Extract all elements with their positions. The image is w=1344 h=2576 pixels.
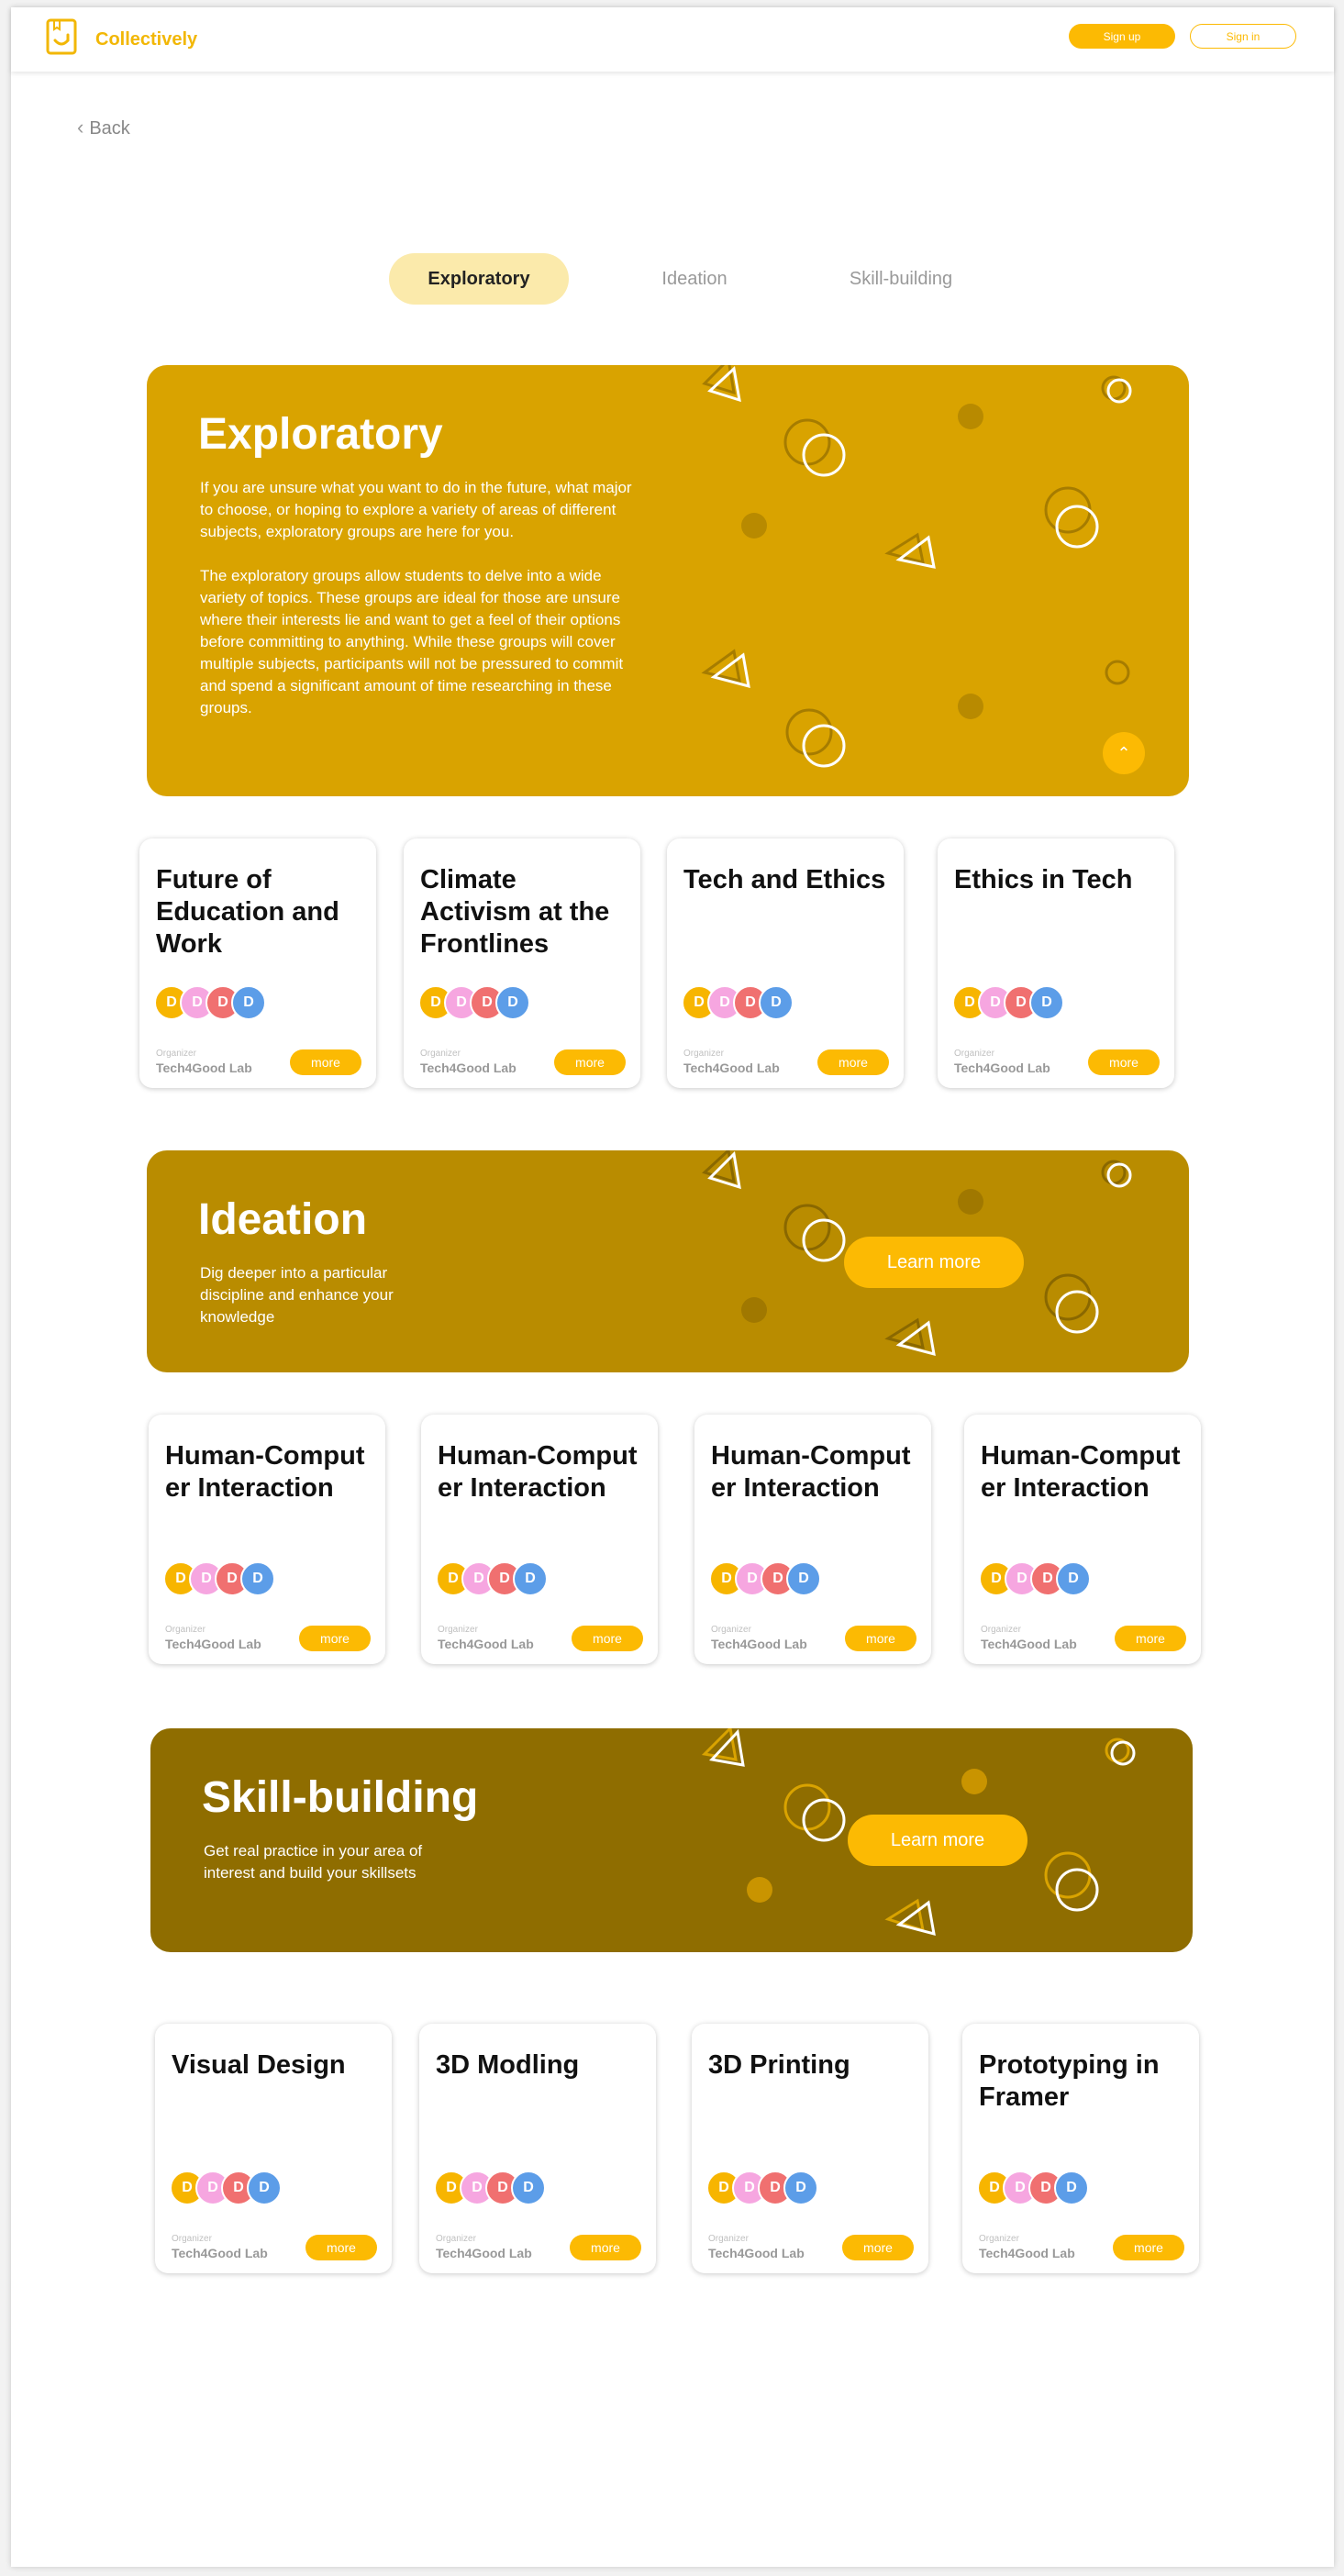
card-title: Human-Comput er Interaction bbox=[711, 1441, 911, 1503]
more-button[interactable]: more bbox=[845, 1626, 916, 1651]
group-card[interactable]: Human-Comput er Interaction D D D D Organizer… bbox=[964, 1415, 1201, 1664]
brand-name: Collectively bbox=[95, 29, 198, 50]
section-title: Skill-building bbox=[202, 1773, 479, 1822]
organizer-label: Organizer bbox=[711, 1625, 751, 1635]
more-button[interactable]: more bbox=[1113, 2235, 1184, 2260]
organizer-label: Organizer bbox=[156, 1049, 196, 1059]
more-button[interactable]: more bbox=[290, 1049, 361, 1075]
section-description: The exploratory groups allow students to… bbox=[200, 567, 624, 716]
section-description: Dig deeper into a particular discipline … bbox=[200, 1264, 394, 1326]
tab-ideation[interactable]: Ideation bbox=[616, 253, 772, 305]
organizer-label: Organizer bbox=[683, 1049, 724, 1059]
logo-icon bbox=[46, 18, 77, 55]
organizer-name: Tech4Good Lab bbox=[708, 2246, 805, 2260]
sign-in-button[interactable]: Sign in bbox=[1190, 24, 1296, 49]
avatar: D bbox=[783, 2171, 818, 2205]
avatar: D bbox=[513, 1561, 548, 1596]
more-button[interactable]: more bbox=[554, 1049, 626, 1075]
section-title: Ideation bbox=[198, 1195, 368, 1244]
section-intro: If you are unsure what you want to do in… bbox=[200, 479, 632, 540]
more-button[interactable]: more bbox=[299, 1626, 371, 1651]
group-card[interactable]: Ethics in Tech D D D D Organizer Tech4Good Lab… bbox=[938, 838, 1174, 1088]
chevron-left-icon: ‹ bbox=[77, 116, 84, 139]
avatar: D bbox=[759, 985, 794, 1020]
card-title: Ethics in Tech bbox=[954, 865, 1133, 894]
group-card[interactable]: 3D Modling D D D D Organizer Tech4Good Lab more bbox=[419, 2024, 656, 2273]
decorative-shapes bbox=[702, 1150, 1132, 1357]
organizer-label: Organizer bbox=[436, 2234, 476, 2244]
card-title: 3D Modling bbox=[436, 2050, 580, 2080]
page: Collectively Sign up Sign in ‹ Back Explo… bbox=[11, 7, 1334, 2567]
organizer-name: Tech4Good Lab bbox=[979, 2246, 1075, 2260]
card-title: Human-Comput er Interaction bbox=[165, 1441, 365, 1503]
avatar: D bbox=[247, 2171, 282, 2205]
avatar: D bbox=[1054, 2171, 1089, 2205]
card-title: Prototyping in Framer bbox=[979, 2050, 1160, 2112]
section-description: Get real practice in your area of intere… bbox=[204, 1842, 423, 1882]
exploratory-banner: Exploratory If you are unsure what you w… bbox=[147, 365, 1189, 796]
skill-building-banner: Skill-building Get real practice in your… bbox=[150, 1728, 1193, 1952]
organizer-label: Organizer bbox=[981, 1625, 1021, 1635]
card-title: Human-Comput er Interaction bbox=[981, 1441, 1181, 1503]
more-button[interactable]: more bbox=[572, 1626, 643, 1651]
group-card[interactable]: 3D Printing D D D D Organizer Tech4Good Lab mor… bbox=[692, 2024, 928, 2273]
more-button[interactable]: more bbox=[1115, 1626, 1186, 1651]
organizer-name: Tech4Good Lab bbox=[165, 1637, 261, 1651]
avatar: D bbox=[495, 985, 530, 1020]
more-button[interactable]: more bbox=[842, 2235, 914, 2260]
back-link[interactable]: ‹ Back bbox=[77, 116, 130, 139]
group-card[interactable]: Future of Education and Work D D D D Organize… bbox=[139, 838, 376, 1088]
avatar: D bbox=[1029, 985, 1064, 1020]
organizer-label: Organizer bbox=[172, 2234, 212, 2244]
organizer-label: Organizer bbox=[979, 2234, 1019, 2244]
group-card[interactable]: Human-Comput er Interaction D D D D Organizer… bbox=[421, 1415, 658, 1664]
organizer-name: Tech4Good Lab bbox=[438, 1637, 534, 1651]
organizer-label: Organizer bbox=[708, 2234, 749, 2244]
card-title: Tech and Ethics bbox=[683, 865, 886, 894]
top-nav: Collectively Sign up Sign in bbox=[11, 7, 1334, 72]
card-title: Future of Education and Work bbox=[156, 865, 339, 959]
learn-more-button[interactable]: Learn more bbox=[844, 1237, 1024, 1288]
avatar: D bbox=[240, 1561, 275, 1596]
card-title: Visual Design bbox=[172, 2050, 346, 2080]
more-button[interactable]: more bbox=[305, 2235, 377, 2260]
tab-exploratory[interactable]: Exploratory bbox=[389, 253, 569, 305]
ideation-banner: Ideation Dig deeper into a particular di… bbox=[147, 1150, 1189, 1372]
group-card[interactable]: Prototyping in Framer D D D D Organizer Tech4G… bbox=[962, 2024, 1199, 2273]
group-card[interactable]: Tech and Ethics D D D D Organizer Tech4Good La… bbox=[667, 838, 904, 1088]
card-title: Human-Comput er Interaction bbox=[438, 1441, 638, 1503]
chevron-up-icon: ⌃ bbox=[1116, 744, 1131, 762]
organizer-name: Tech4Good Lab bbox=[981, 1637, 1077, 1651]
avatar: D bbox=[786, 1561, 821, 1596]
card-title: 3D Printing bbox=[708, 2050, 850, 2080]
group-card[interactable]: Human-Comput er Interaction D D D D Organizer… bbox=[149, 1415, 385, 1664]
group-card[interactable]: Human-Comput er Interaction D D D D Organizer… bbox=[694, 1415, 931, 1664]
organizer-name: Tech4Good Lab bbox=[420, 1060, 516, 1075]
tab-skill-building[interactable]: Skill-building bbox=[809, 253, 993, 305]
organizer-label: Organizer bbox=[954, 1049, 994, 1059]
section-title: Exploratory bbox=[198, 410, 443, 459]
avatar: D bbox=[1056, 1561, 1091, 1596]
organizer-label: Organizer bbox=[438, 1625, 478, 1635]
avatar: D bbox=[231, 985, 266, 1020]
group-card[interactable]: Visual Design D D D D Organizer Tech4Good Lab m… bbox=[155, 2024, 392, 2273]
organizer-label: Organizer bbox=[165, 1625, 205, 1635]
organizer-label: Organizer bbox=[420, 1049, 461, 1059]
organizer-name: Tech4Good Lab bbox=[954, 1060, 1050, 1075]
back-label: Back bbox=[89, 118, 130, 139]
avatar: D bbox=[511, 2171, 546, 2205]
card-title: Climate Activism at the Frontlines bbox=[420, 865, 610, 959]
scroll-up-button[interactable]: ⌃ bbox=[1103, 732, 1145, 774]
more-button[interactable]: more bbox=[817, 1049, 889, 1075]
learn-more-button[interactable]: Learn more bbox=[848, 1815, 1027, 1866]
organizer-name: Tech4Good Lab bbox=[711, 1637, 807, 1651]
group-card[interactable]: Climate Activism at the Frontlines D D D D Or… bbox=[404, 838, 640, 1088]
organizer-name: Tech4Good Lab bbox=[683, 1060, 780, 1075]
organizer-name: Tech4Good Lab bbox=[436, 2246, 532, 2260]
sign-up-button[interactable]: Sign up bbox=[1069, 24, 1175, 49]
more-button[interactable]: more bbox=[1088, 1049, 1160, 1075]
organizer-name: Tech4Good Lab bbox=[156, 1060, 252, 1075]
more-button[interactable]: more bbox=[570, 2235, 641, 2260]
organizer-name: Tech4Good Lab bbox=[172, 2246, 268, 2260]
